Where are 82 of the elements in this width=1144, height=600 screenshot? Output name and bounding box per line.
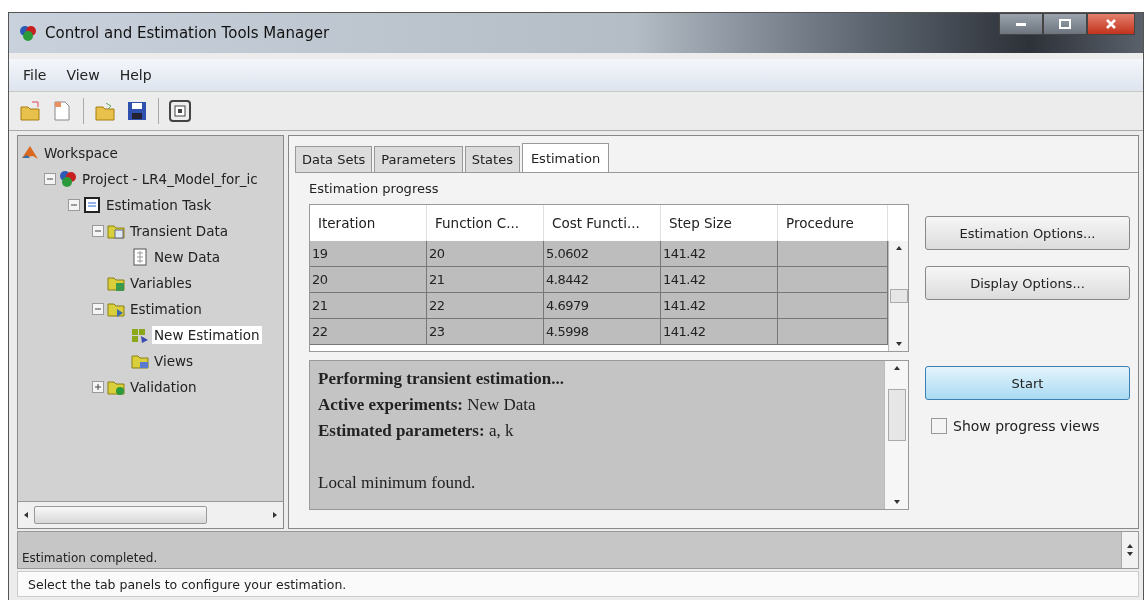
table-cell: 20 — [427, 241, 544, 267]
maximize-icon — [1059, 19, 1071, 29]
table-cell: 141.42 — [661, 241, 778, 267]
folder-icon[interactable] — [19, 100, 41, 122]
up-arrow-icon — [892, 365, 901, 371]
table-cell: 141.42 — [661, 267, 778, 293]
data-folder-icon — [107, 222, 125, 240]
section-title: Estimation progress — [309, 181, 440, 196]
table-cell: 141.42 — [661, 319, 778, 345]
tab[interactable]: Data Sets — [295, 146, 373, 172]
table-cell: 19 — [310, 241, 427, 267]
vertical-scrollbar[interactable] — [888, 241, 908, 351]
tree-item[interactable]: New Data — [152, 248, 222, 266]
save-icon[interactable] — [126, 100, 148, 122]
menu-item[interactable]: File — [15, 65, 55, 85]
plus-icon — [93, 382, 103, 392]
tab[interactable]: Estimation — [521, 143, 610, 172]
log-line: Performing transient estimation... — [318, 369, 565, 390]
close-button[interactable] — [1087, 13, 1135, 35]
action-button[interactable]: Display Options... — [925, 266, 1130, 300]
checkbox-label[interactable]: Show progress views — [953, 418, 1100, 434]
views-folder-icon — [131, 352, 149, 370]
left-arrow-icon — [22, 511, 30, 519]
window-title: Control and Estimation Tools Manager — [45, 24, 330, 42]
table-cell: 22 — [427, 293, 544, 319]
maximize-button[interactable] — [1043, 13, 1087, 35]
tree-item[interactable]: Estimation — [128, 300, 204, 318]
checkbox[interactable] — [931, 418, 947, 434]
tree-item[interactable]: Transient Data — [128, 222, 231, 240]
table-cell: 141.42 — [661, 293, 778, 319]
menu-item[interactable]: View — [58, 65, 108, 85]
down-arrow-icon — [892, 499, 901, 505]
data-table-icon — [131, 248, 149, 266]
status-bar: Select the tab panels to configure your estimation. — [17, 571, 1139, 597]
task-icon — [83, 196, 101, 214]
open-folder-icon[interactable] — [94, 100, 116, 122]
tree-item[interactable]: Estimation Task — [104, 196, 214, 214]
vertical-scrollbar[interactable] — [884, 361, 908, 509]
up-down-arrows-icon — [1126, 543, 1134, 557]
table-cell: 21 — [310, 293, 427, 319]
minimize-button[interactable] — [999, 13, 1043, 35]
table-cell: 4.6979 — [544, 293, 661, 319]
table-cell: 4.8442 — [544, 267, 661, 293]
table-cell: 22 — [310, 319, 427, 345]
log-line: Active experiments: New Data — [318, 395, 537, 416]
validation-folder-icon — [107, 378, 125, 396]
tree-item[interactable]: Validation — [128, 378, 199, 396]
tree-item[interactable]: Project - LR4_Model_for_ic — [80, 170, 260, 188]
estimation-icon — [131, 326, 149, 344]
variables-folder-icon — [107, 274, 125, 292]
tab[interactable]: States — [464, 146, 520, 172]
tree-item[interactable]: Views — [152, 352, 196, 370]
log-message: Estimation completed. — [21, 551, 159, 567]
right-arrow-icon — [271, 511, 279, 519]
log-line: Local minimum found. — [318, 473, 477, 494]
scroll-arrows[interactable] — [1121, 532, 1138, 568]
table-cell: 23 — [427, 319, 544, 345]
layout-icon[interactable] — [169, 100, 191, 122]
scroll-thumb[interactable] — [887, 389, 906, 441]
horizontal-scrollbar[interactable] — [18, 501, 283, 528]
log-line: Estimated parameters: a, k — [318, 421, 515, 442]
action-button[interactable]: Estimation Options... — [925, 216, 1130, 250]
scroll-thumb[interactable] — [34, 506, 207, 524]
new-document-icon[interactable] — [51, 100, 73, 122]
table-cell: 5.0602 — [544, 241, 661, 267]
tree-item[interactable]: New Estimation — [152, 326, 262, 344]
down-arrow-icon — [894, 341, 903, 347]
table-cell: 21 — [427, 267, 544, 293]
tree-item[interactable]: Workspace — [42, 144, 120, 162]
project-icon — [59, 170, 77, 188]
table-cell: 20 — [310, 267, 427, 293]
scroll-thumb[interactable] — [889, 289, 908, 303]
up-arrow-icon — [894, 245, 903, 251]
tab[interactable]: Parameters — [374, 146, 463, 172]
table-cell: 4.5998 — [544, 319, 661, 345]
minimize-icon — [1015, 21, 1027, 27]
action-button[interactable]: Start — [925, 366, 1130, 400]
estimation-folder-icon — [107, 300, 125, 318]
menu-item[interactable]: Help — [111, 65, 160, 85]
app-icon — [19, 24, 37, 42]
close-icon — [1105, 19, 1117, 29]
tree-item[interactable]: Variables — [128, 274, 194, 292]
